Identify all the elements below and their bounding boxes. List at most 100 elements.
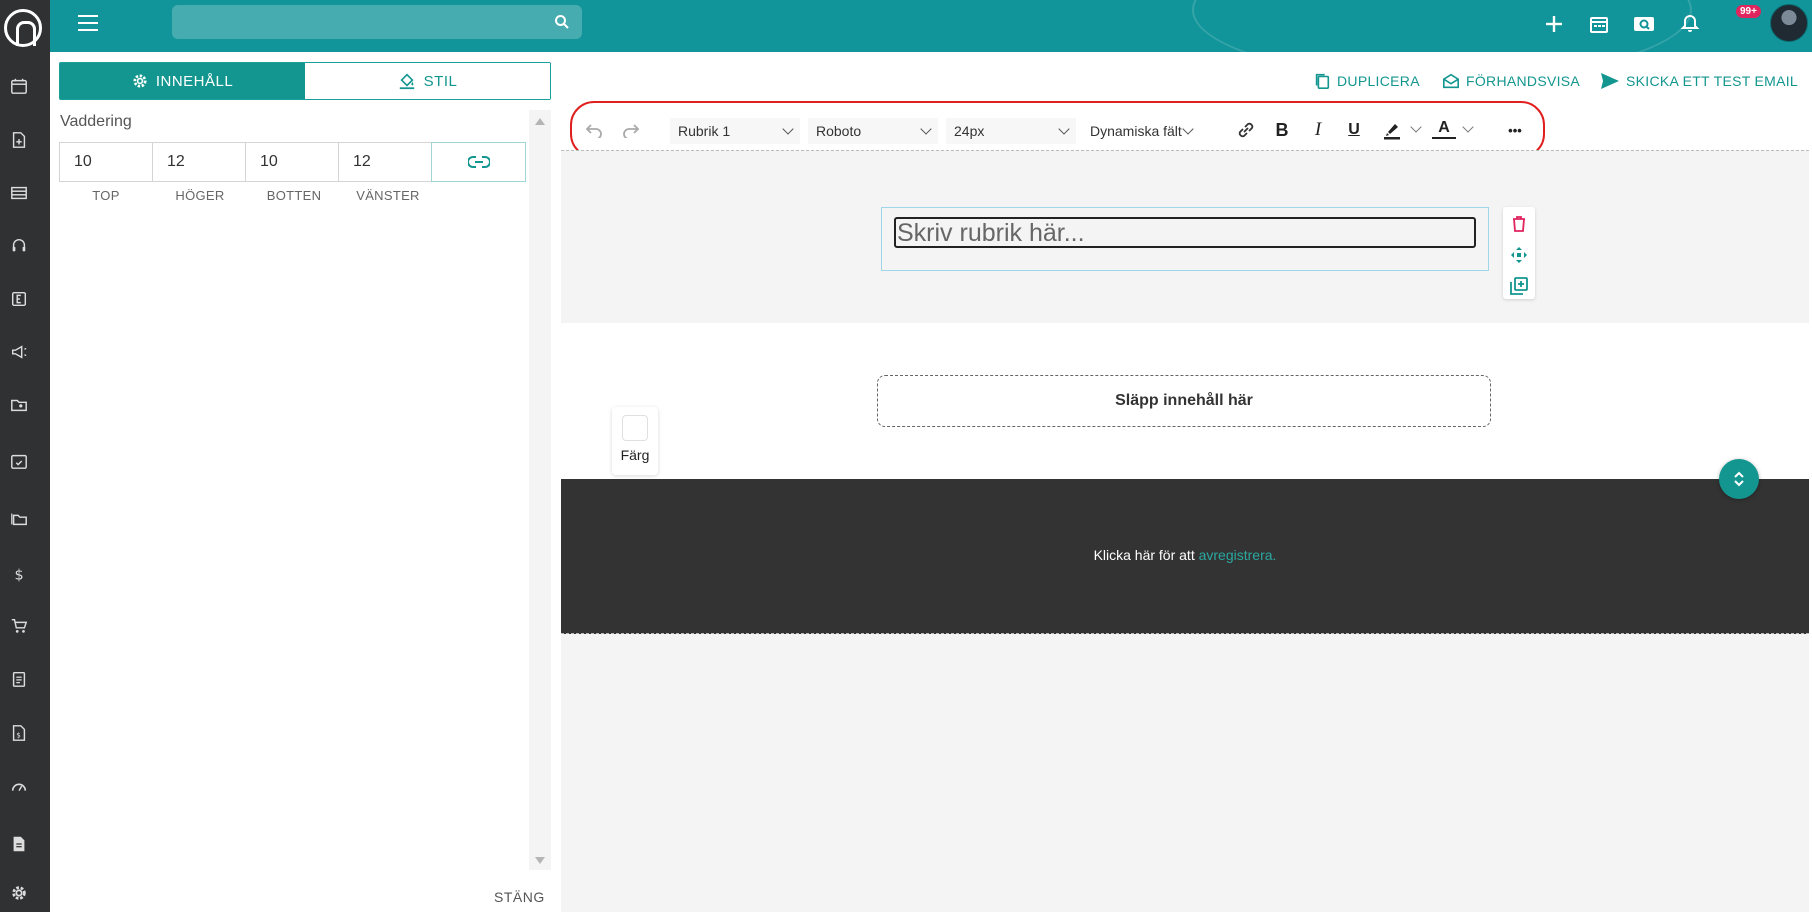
tab-content[interactable]: INNEHÅLL <box>60 63 305 99</box>
footer-prefix: Klicka här för att <box>1093 547 1199 563</box>
panel-tabs: INNEHÅLL STIL <box>59 62 551 100</box>
global-search[interactable] <box>172 5 582 39</box>
preview-button[interactable]: FÖRHANDSVISA <box>1442 70 1580 92</box>
link-icon[interactable] <box>1234 119 1258 141</box>
chevron-down-icon <box>920 123 932 135</box>
padding-bottom-label: BOTTEN <box>266 188 322 203</box>
gauge-icon[interactable] <box>8 776 30 798</box>
padding-left-field[interactable] <box>338 142 432 182</box>
send-test-email-button[interactable]: SKICKA ETT TEST EMAIL <box>1600 70 1798 92</box>
add-icon[interactable] <box>1540 10 1568 38</box>
menu-icon[interactable] <box>78 15 98 31</box>
folders-icon[interactable] <box>8 508 30 530</box>
document-icon[interactable] <box>8 833 30 855</box>
padding-left-input[interactable] <box>339 143 431 181</box>
block-tools <box>1503 207 1535 299</box>
svg-text:$: $ <box>15 567 24 583</box>
scroll-up-icon[interactable] <box>535 118 545 125</box>
underline-button[interactable]: U <box>1342 119 1366 141</box>
clipboard-icon[interactable] <box>8 668 30 690</box>
highlight-chevron-icon[interactable] <box>1410 121 1422 133</box>
table-icon[interactable] <box>8 182 30 204</box>
dollar-icon[interactable]: $ <box>8 563 30 585</box>
panel-scrollbar[interactable] <box>529 110 551 870</box>
text-color-chevron-icon[interactable] <box>1462 121 1474 133</box>
unsubscribe-link[interactable]: avregistrera. <box>1199 547 1277 563</box>
more-options-button[interactable]: ••• <box>1502 119 1528 141</box>
cart-icon[interactable] <box>8 615 30 637</box>
image-search-icon[interactable] <box>1630 10 1658 38</box>
background-color-picker[interactable]: Färg <box>612 407 658 475</box>
italic-button[interactable]: I <box>1306 119 1330 141</box>
delete-icon[interactable] <box>1503 210 1535 238</box>
search-icon[interactable] <box>554 14 570 30</box>
contacts-folder-icon[interactable] <box>8 394 30 416</box>
bold-button[interactable]: B <box>1270 119 1294 141</box>
padding-labels: TOP HÖGER BOTTEN VÄNSTER <box>59 188 435 203</box>
heading-block[interactable]: Skriv rubrik här... <box>881 207 1489 271</box>
open-mail-icon <box>1442 73 1460 89</box>
footer-section: Klicka här för att avregistrera. <box>561 479 1809 634</box>
padding-bottom-input[interactable] <box>246 143 338 181</box>
padding-top-field[interactable] <box>59 142 153 182</box>
add-document-icon[interactable] <box>8 129 30 151</box>
padding-bottom-field[interactable] <box>245 142 339 182</box>
task-calendar-icon[interactable] <box>8 450 30 472</box>
padding-right-label: HÖGER <box>175 188 225 203</box>
gear-icon[interactable] <box>8 882 30 904</box>
icon-rail: $ $ <box>0 0 50 912</box>
dynamic-fields-label: Dynamiska fält <box>1090 123 1182 139</box>
padding-right-input[interactable] <box>153 143 245 181</box>
app-logo[interactable] <box>4 9 42 47</box>
chevron-up-down-icon <box>1734 471 1744 487</box>
chevron-down-icon <box>782 123 794 135</box>
calendar-top-icon[interactable] <box>1585 10 1613 38</box>
padding-top-input[interactable] <box>60 143 152 181</box>
heading-editor[interactable]: Skriv rubrik här... <box>894 217 1476 248</box>
preview-label: FÖRHANDSVISA <box>1466 73 1581 89</box>
avatar[interactable] <box>1770 4 1808 42</box>
duplicate-block-icon[interactable] <box>1503 272 1535 300</box>
close-button[interactable]: STÄNG <box>494 889 545 905</box>
email-canvas: Skriv rubrik här... Släpp innehåll här F… <box>561 150 1809 912</box>
scroll-toggle-button[interactable] <box>1719 459 1759 499</box>
bell-icon[interactable] <box>1676 10 1704 38</box>
font-family-select[interactable]: Roboto <box>808 118 938 144</box>
link-padding-button[interactable] <box>431 142 526 182</box>
padding-top-label: TOP <box>92 188 120 203</box>
svg-text:$: $ <box>16 731 21 740</box>
chevron-down-icon <box>1182 123 1194 135</box>
invoice-icon[interactable]: $ <box>8 722 30 744</box>
megaphone-icon[interactable] <box>8 341 30 363</box>
highlight-icon[interactable] <box>1380 119 1404 141</box>
padding-heading: Vaddering <box>60 113 132 130</box>
undo-icon[interactable] <box>582 119 606 141</box>
duplicate-button[interactable]: DUPLICERA <box>1313 70 1420 92</box>
redo-icon[interactable] <box>619 119 643 141</box>
dynamic-fields-select[interactable]: Dynamiska fält <box>1082 118 1200 144</box>
font-family-value: Roboto <box>816 123 862 139</box>
drop-zone[interactable]: Släpp innehåll här <box>877 375 1491 427</box>
tab-style-label: STIL <box>423 72 458 90</box>
font-size-value: 24px <box>954 123 985 139</box>
padding-left-label: VÄNSTER <box>356 188 420 203</box>
block-style-select[interactable]: Rubrik 1 <box>670 118 800 144</box>
tab-style[interactable]: STIL <box>305 63 550 99</box>
text-color-button[interactable]: A <box>1432 119 1456 139</box>
font-size-select[interactable]: 24px <box>946 118 1076 144</box>
headset-icon[interactable] <box>8 235 30 257</box>
e-document-icon[interactable] <box>8 288 30 310</box>
link-icon <box>467 156 490 168</box>
gear-icon <box>133 74 147 88</box>
header-decoration <box>1192 0 1692 52</box>
padding-inputs <box>59 142 530 182</box>
copy-icon <box>1315 73 1330 90</box>
padding-right-field[interactable] <box>152 142 246 182</box>
move-icon[interactable] <box>1503 241 1535 269</box>
search-input[interactable] <box>172 5 582 39</box>
settings-panel: INNEHÅLL STIL Vaddering TOP HÖGER BOTTEN… <box>59 62 551 912</box>
paint-bucket-icon <box>399 73 414 90</box>
calendar-icon[interactable] <box>8 75 30 97</box>
tab-content-label: INNEHÅLL <box>155 72 234 90</box>
scroll-down-icon[interactable] <box>535 857 545 864</box>
